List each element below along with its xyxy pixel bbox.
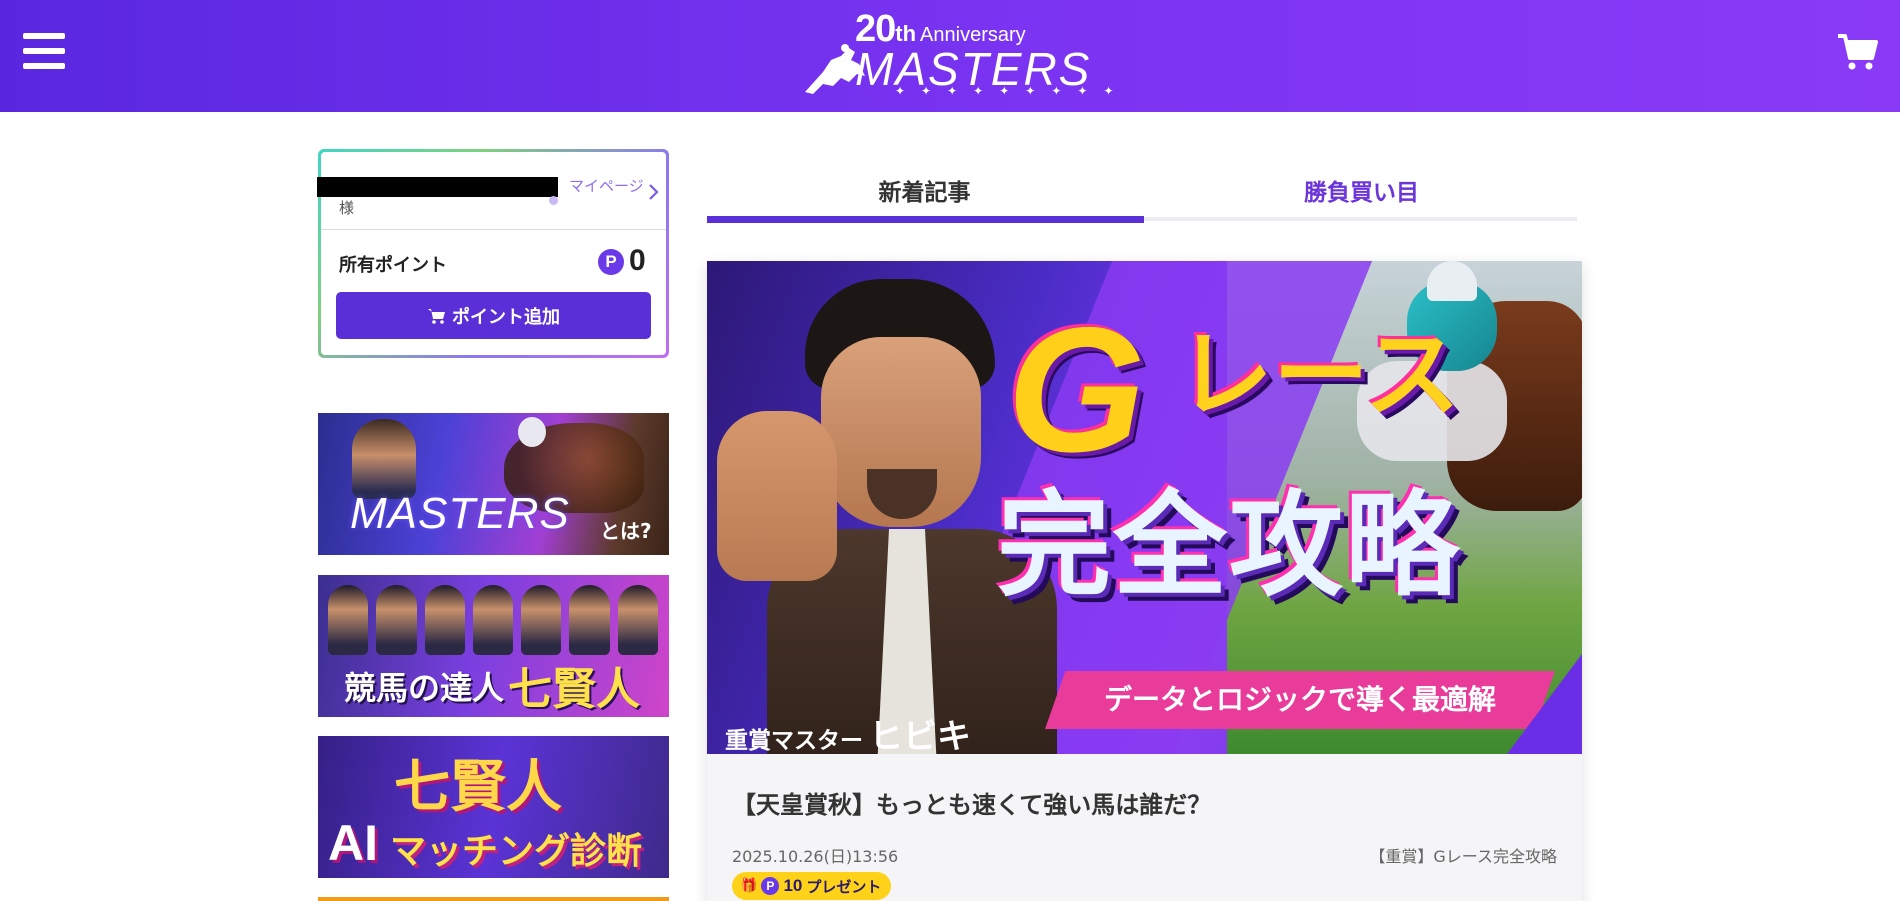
article-date: 2025.10.26(日)13:56 bbox=[732, 847, 899, 866]
banner-ai-subtitle: マッチング診断 bbox=[390, 831, 643, 872]
cart-icon[interactable] bbox=[1836, 30, 1878, 72]
present-label: プレゼント bbox=[806, 877, 882, 896]
gift-icon: 🎁 bbox=[740, 878, 758, 894]
banner-seven-highlight: 七賢人 bbox=[508, 664, 640, 715]
chevron-right-icon[interactable] bbox=[647, 182, 661, 202]
name-suffix: 様 bbox=[339, 199, 355, 217]
banner-about-masters[interactable]: MASTERS とは? bbox=[318, 413, 669, 555]
present-points-value: 10 bbox=[783, 876, 803, 895]
hero-tagline: データとロジックで導く最適解 bbox=[1045, 671, 1555, 729]
banner-ai-matching[interactable]: 七賢人 AI マッチング診断 bbox=[318, 736, 669, 878]
add-points-button[interactable]: ポイント追加 bbox=[336, 292, 651, 339]
tab-new-articles[interactable]: 新着記事 bbox=[707, 154, 1142, 224]
hero-main-text: 完全攻略 bbox=[997, 479, 1462, 612]
site-header: 20th Anniversary MASTERS ✦✦✦✦✦✦✦✦✦ bbox=[0, 0, 1900, 112]
hero-g-letter: G bbox=[1007, 290, 1146, 489]
point-icon: P bbox=[598, 249, 624, 275]
banner-partial[interactable] bbox=[318, 897, 669, 901]
article-category[interactable]: 【重賞】Gレース完全攻略 bbox=[1369, 843, 1557, 867]
hero-race-text: レース bbox=[1177, 319, 1461, 431]
points-label: 所有ポイント bbox=[339, 255, 447, 276]
status-dot bbox=[549, 196, 558, 205]
point-icon: P bbox=[761, 877, 780, 895]
logo-stars: ✦✦✦✦✦✦✦✦✦ bbox=[895, 84, 1130, 98]
banner-about-wordmark: MASTERS bbox=[350, 489, 570, 538]
banner-jockey-image bbox=[518, 417, 546, 447]
tab-active-indicator bbox=[707, 216, 1144, 223]
mypage-link[interactable]: マイページ bbox=[569, 177, 649, 195]
banner-seven-text: 競馬の達人 bbox=[344, 669, 505, 707]
hero-master-name: ヒビキ bbox=[869, 717, 971, 754]
redacted-username bbox=[317, 177, 558, 197]
article-card[interactable]: G レース 完全攻略 データとロジックで導く最適解 重賞マスター ヒビキ 【天皇賞… bbox=[707, 261, 1582, 901]
masters-20th-logo[interactable]: 20th Anniversary MASTERS ✦✦✦✦✦✦✦✦✦ bbox=[795, 6, 1114, 106]
article-hero-image: G レース 完全攻略 データとロジックで導く最適解 重賞マスター ヒビキ bbox=[707, 261, 1582, 754]
hero-pointing-hand bbox=[717, 411, 837, 581]
present-points-badge: 🎁 P 10 プレゼント bbox=[732, 872, 892, 900]
points-value: 0 bbox=[629, 244, 646, 277]
hamburger-icon[interactable] bbox=[23, 33, 65, 71]
banner-masters-faces bbox=[328, 585, 658, 655]
article-tabs: 新着記事 勝負買い目 bbox=[707, 154, 1577, 224]
banner-seven-masters[interactable]: 競馬の達人 七賢人 bbox=[318, 575, 669, 717]
banner-ai-title: 七賢人 bbox=[394, 755, 562, 820]
user-info-card: 様 マイページ 所有ポイント P 0 ポイント追加 bbox=[317, 149, 669, 358]
cart-icon bbox=[428, 308, 445, 324]
banner-about-suffix: とは? bbox=[600, 519, 652, 543]
banner-man-image bbox=[352, 419, 416, 499]
tab-betting-picks[interactable]: 勝負買い目 bbox=[1144, 154, 1579, 224]
hero-master-label: 重賞マスター ヒビキ bbox=[725, 709, 971, 754]
banner-ai-label: AI bbox=[328, 815, 378, 871]
article-title[interactable]: 【天皇賞秋】もっとも速くて強い馬は誰だ？ bbox=[732, 785, 1211, 820]
user-row: 様 マイページ bbox=[317, 152, 666, 230]
add-points-label: ポイント追加 bbox=[452, 306, 560, 328]
